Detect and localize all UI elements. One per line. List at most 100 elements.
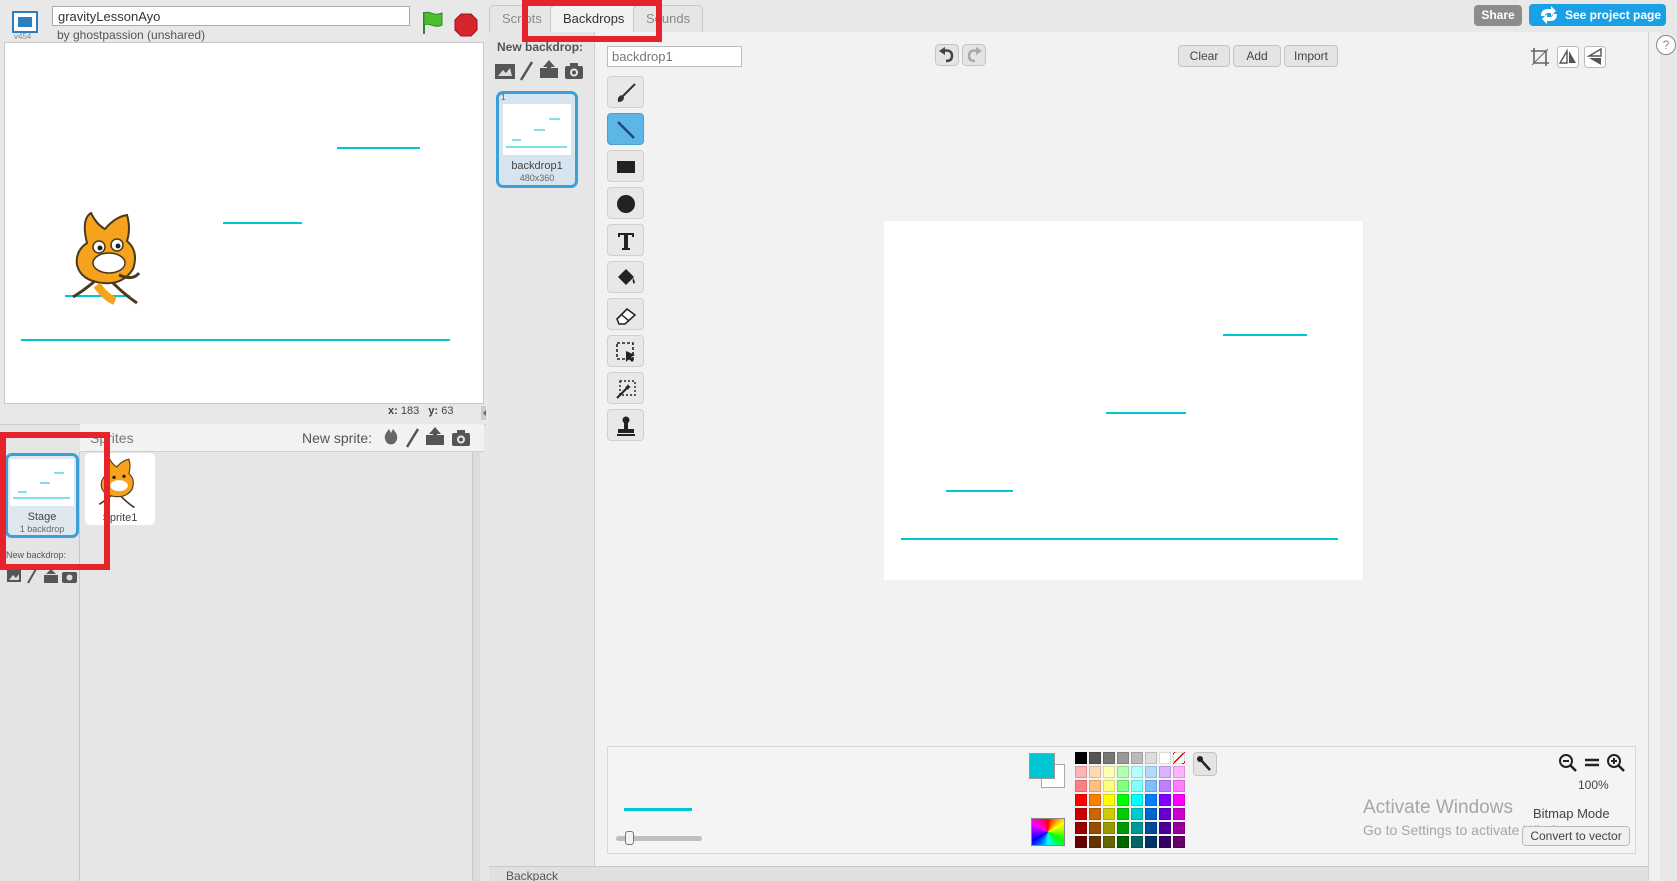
palette-swatch[interactable] [1173, 766, 1185, 778]
palette-swatch[interactable] [1145, 808, 1157, 820]
palette-swatch[interactable] [1173, 808, 1185, 820]
brush-tool[interactable] [607, 76, 644, 108]
palette-swatch[interactable] [1075, 836, 1087, 848]
palette-swatch[interactable] [1075, 780, 1087, 792]
palette-swatch[interactable] [1117, 822, 1129, 834]
palette-swatch[interactable] [1173, 836, 1185, 848]
palette-swatch[interactable] [1131, 780, 1143, 792]
palette-swatch[interactable] [1117, 808, 1129, 820]
palette-swatch[interactable] [1089, 780, 1101, 792]
zoom-reset-icon[interactable] [1581, 752, 1603, 772]
green-flag-icon[interactable] [421, 10, 445, 36]
flip-vertical-icon[interactable] [1584, 46, 1606, 68]
palette-swatch[interactable] [1159, 822, 1171, 834]
camera-sprite-icon[interactable] [450, 427, 472, 449]
sprite-library-icon[interactable] [380, 427, 402, 449]
palette-swatch[interactable] [1075, 794, 1087, 806]
help-button[interactable]: ? [1656, 35, 1676, 55]
eyedropper-tool[interactable] [1193, 752, 1217, 776]
palette-swatch[interactable] [1173, 752, 1185, 764]
palette-swatch[interactable] [1117, 766, 1129, 778]
palette-swatch[interactable] [1117, 780, 1129, 792]
undo-icon[interactable] [935, 44, 959, 66]
sprites-scrollbar[interactable] [472, 452, 480, 881]
zoom-out-icon[interactable] [1557, 752, 1579, 772]
palette-swatch[interactable] [1103, 822, 1115, 834]
import-button[interactable]: Import [1284, 45, 1338, 67]
line-tool[interactable] [607, 113, 644, 145]
palette-swatch[interactable] [1089, 808, 1101, 820]
palette-swatch[interactable] [1103, 808, 1115, 820]
primary-color-swatch[interactable] [1029, 753, 1055, 779]
palette-swatch[interactable] [1145, 780, 1157, 792]
palette-swatch[interactable] [1117, 794, 1129, 806]
palette-swatch[interactable] [1145, 794, 1157, 806]
palette-swatch[interactable] [1159, 794, 1171, 806]
palette-swatch[interactable] [1159, 780, 1171, 792]
share-button[interactable]: Share [1474, 5, 1522, 26]
palette-swatch[interactable] [1173, 822, 1185, 834]
palette-swatch[interactable] [1075, 766, 1087, 778]
crop-icon[interactable] [1529, 46, 1551, 68]
color-palette[interactable] [1075, 752, 1186, 848]
backdrop-library-icon[interactable] [494, 60, 516, 82]
ellipse-tool[interactable] [607, 187, 644, 219]
palette-swatch[interactable] [1075, 752, 1087, 764]
fill-tool[interactable] [607, 261, 644, 293]
palette-swatch[interactable] [1103, 766, 1115, 778]
palette-swatch[interactable] [1145, 766, 1157, 778]
palette-swatch[interactable] [1145, 822, 1157, 834]
palette-swatch[interactable] [1145, 836, 1157, 848]
palette-swatch[interactable] [1159, 752, 1171, 764]
fullscreen-icon[interactable] [12, 11, 38, 33]
palette-swatch[interactable] [1103, 794, 1115, 806]
palette-swatch[interactable] [1089, 794, 1101, 806]
palette-swatch[interactable] [1173, 794, 1185, 806]
rectangle-tool[interactable] [607, 150, 644, 182]
palette-swatch[interactable] [1173, 780, 1185, 792]
eraser-tool[interactable] [607, 298, 644, 330]
palette-swatch[interactable] [1089, 836, 1101, 848]
select-tool[interactable] [607, 335, 644, 367]
palette-swatch[interactable] [1131, 822, 1143, 834]
palette-swatch[interactable] [1159, 766, 1171, 778]
camera-backdrop-icon[interactable] [563, 60, 585, 82]
clear-button[interactable]: Clear [1178, 45, 1230, 67]
stop-icon[interactable] [454, 13, 478, 37]
palette-swatch[interactable] [1103, 752, 1115, 764]
palette-swatch[interactable] [1145, 752, 1157, 764]
flip-horizontal-icon[interactable] [1557, 46, 1579, 68]
palette-swatch[interactable] [1089, 752, 1101, 764]
upload-sprite-icon[interactable] [424, 425, 446, 447]
redo-icon[interactable] [962, 44, 986, 66]
palette-swatch[interactable] [1131, 766, 1143, 778]
right-scrollbar[interactable] [1648, 32, 1660, 881]
palette-swatch[interactable] [1089, 766, 1101, 778]
stamp-tool[interactable] [607, 409, 644, 441]
stage[interactable] [4, 42, 484, 404]
palette-swatch[interactable] [1131, 794, 1143, 806]
palette-swatch[interactable] [1117, 752, 1129, 764]
color-picker-gradient[interactable] [1031, 818, 1065, 846]
palette-swatch[interactable] [1103, 836, 1115, 848]
backpack-bar[interactable] [489, 866, 1648, 881]
backdrop-name-input[interactable] [607, 46, 742, 67]
palette-swatch[interactable] [1117, 836, 1129, 848]
stage-new-backdrop-icons[interactable] [6, 568, 78, 584]
palette-swatch[interactable] [1131, 836, 1143, 848]
magic-select-tool[interactable] [607, 372, 644, 404]
palette-swatch[interactable] [1103, 780, 1115, 792]
palette-swatch[interactable] [1075, 822, 1087, 834]
palette-swatch[interactable] [1159, 808, 1171, 820]
palette-swatch[interactable] [1131, 808, 1143, 820]
text-tool[interactable] [607, 224, 644, 256]
zoom-in-icon[interactable] [1605, 752, 1627, 772]
paint-new-sprite-icon[interactable] [402, 427, 424, 449]
convert-to-vector-button[interactable]: Convert to vector [1522, 826, 1630, 846]
project-title-input[interactable] [52, 6, 410, 26]
stroke-size-slider-knob[interactable] [625, 831, 634, 845]
paint-new-backdrop-icon[interactable] [516, 60, 538, 82]
upload-backdrop-icon[interactable] [538, 58, 560, 80]
add-button[interactable]: Add [1233, 45, 1281, 67]
palette-swatch[interactable] [1131, 752, 1143, 764]
